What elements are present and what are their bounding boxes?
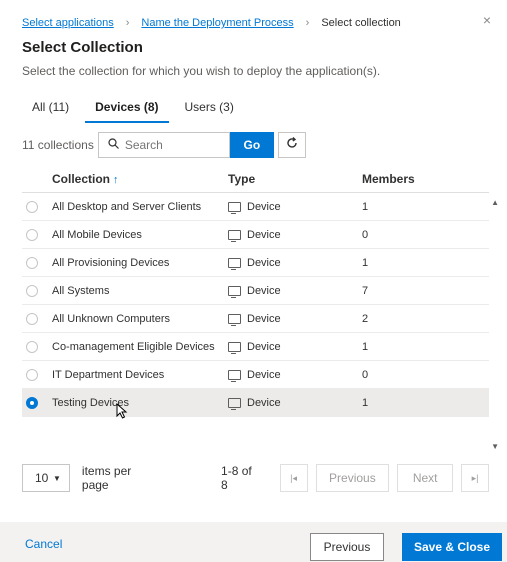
row-radio[interactable] (26, 312, 38, 325)
collection-type: Device (247, 228, 281, 241)
collection-type: Device (247, 396, 281, 409)
device-icon (228, 257, 241, 270)
device-icon (228, 201, 241, 214)
collection-members: 0 (362, 228, 369, 241)
refresh-button[interactable] (277, 132, 306, 158)
breadcrumb-current: Select collection (321, 17, 401, 29)
row-radio[interactable] (26, 228, 38, 241)
search-input[interactable] (122, 137, 227, 153)
collection-type: Device (247, 284, 281, 297)
refresh-icon (285, 136, 299, 155)
page-size-select[interactable]: 10 ▼ (22, 464, 70, 492)
collection-members: 0 (362, 368, 369, 381)
collection-name: All Provisioning Devices (52, 256, 170, 269)
collection-members: 7 (362, 284, 369, 297)
pagination: 10 ▼ items per page 1-8 of 8 |◂ Previous… (22, 463, 489, 493)
scroll-up-arrow-icon[interactable]: ▲ (491, 198, 499, 207)
save-close-button[interactable]: Save & Close (402, 533, 502, 561)
collection-name: All Mobile Devices (52, 228, 142, 241)
pager-previous-button[interactable]: Previous (315, 464, 390, 492)
tab-all[interactable]: All (11) (22, 96, 79, 123)
cancel-link[interactable]: Cancel (25, 537, 62, 551)
table-row[interactable]: All Unknown Computers Device 2 (22, 305, 489, 333)
row-radio-selected[interactable] (26, 396, 38, 409)
grid-header: Collection ↑ Type Members (22, 166, 489, 193)
collection-name: Co-management Eligible Devices (52, 340, 215, 353)
select-collection-dialog: Select applications › Name the Deploymen… (0, 0, 507, 562)
device-icon (228, 285, 241, 298)
table-row[interactable]: Co-management Eligible Devices Device 1 (22, 333, 489, 361)
collection-type: Device (247, 368, 281, 381)
tab-users[interactable]: Users (3) (175, 96, 244, 123)
collection-grid: Collection ↑ Type Members All Desktop and… (22, 166, 499, 454)
collection-name: All Systems (52, 284, 110, 297)
search-box (97, 132, 230, 158)
device-icon (228, 341, 241, 354)
search-icon (105, 138, 123, 152)
scroll-down-arrow-icon[interactable]: ▼ (491, 442, 499, 451)
page-range: 1-8 of 8 (221, 464, 252, 492)
chevron-down-icon: ▼ (52, 473, 61, 483)
breadcrumb: Select applications › Name the Deploymen… (22, 14, 401, 32)
table-row[interactable]: All Desktop and Server Clients Device 1 (22, 193, 489, 221)
collection-name: IT Department Devices (52, 368, 165, 381)
last-page-button[interactable]: ▸| (461, 464, 489, 492)
collection-members: 1 (362, 396, 369, 409)
collection-name: All Desktop and Server Clients (52, 200, 202, 213)
first-page-icon: |◂ (290, 472, 297, 483)
last-page-icon: ▸| (471, 472, 479, 483)
table-row[interactable]: IT Department Devices Device 0 (22, 361, 489, 389)
breadcrumb-select-applications[interactable]: Select applications (22, 17, 114, 29)
close-icon[interactable]: × (483, 12, 491, 28)
column-header-members[interactable]: Members (362, 172, 489, 186)
sort-ascending-icon: ↑ (113, 174, 119, 186)
page-title: Select Collection (22, 39, 143, 56)
column-header-collection[interactable]: Collection ↑ (52, 172, 228, 186)
row-radio[interactable] (26, 200, 38, 213)
collection-members: 1 (362, 340, 369, 353)
collection-members: 1 (362, 256, 369, 269)
row-radio[interactable] (26, 368, 38, 381)
toolbar: 11 collections Go (22, 131, 306, 159)
device-icon (228, 369, 241, 382)
mouse-cursor-icon (116, 402, 128, 424)
table-row-selected[interactable]: Testing Devices Device 1 (22, 389, 489, 417)
page-subtitle: Select the collection for which you wish… (22, 64, 381, 78)
table-row[interactable]: All Systems Device 7 (22, 277, 489, 305)
table-row[interactable]: All Mobile Devices Device 0 (22, 221, 489, 249)
tab-bar: All (11) Devices (8) Users (3) (22, 96, 244, 123)
tab-devices[interactable]: Devices (8) (85, 96, 169, 123)
previous-button[interactable]: Previous (310, 533, 384, 561)
go-button[interactable]: Go (229, 132, 274, 158)
column-header-type[interactable]: Type (228, 172, 362, 186)
row-radio[interactable] (26, 340, 38, 353)
collection-count: 11 collections (22, 138, 94, 152)
first-page-button[interactable]: |◂ (279, 464, 308, 492)
table-row[interactable]: All Provisioning Devices Device 1 (22, 249, 489, 277)
row-radio[interactable] (26, 284, 38, 297)
chevron-right-icon: › (125, 17, 130, 29)
collection-members: 2 (362, 312, 369, 325)
collection-type: Device (247, 340, 281, 353)
collection-type: Device (247, 200, 281, 213)
collection-members: 1 (362, 200, 369, 213)
collection-type: Device (247, 312, 281, 325)
pager-next-button[interactable]: Next (397, 464, 454, 492)
collection-type: Device (247, 256, 281, 269)
breadcrumb-name-deployment-process[interactable]: Name the Deployment Process (141, 17, 293, 29)
chevron-right-icon: › (305, 17, 310, 29)
collection-name: All Unknown Computers (52, 312, 170, 325)
collection-name: Testing Devices (52, 396, 130, 409)
device-icon (228, 229, 241, 242)
device-icon (228, 397, 241, 410)
device-icon (228, 313, 241, 326)
items-per-page-label: items per page (81, 464, 132, 492)
row-radio[interactable] (26, 256, 38, 269)
